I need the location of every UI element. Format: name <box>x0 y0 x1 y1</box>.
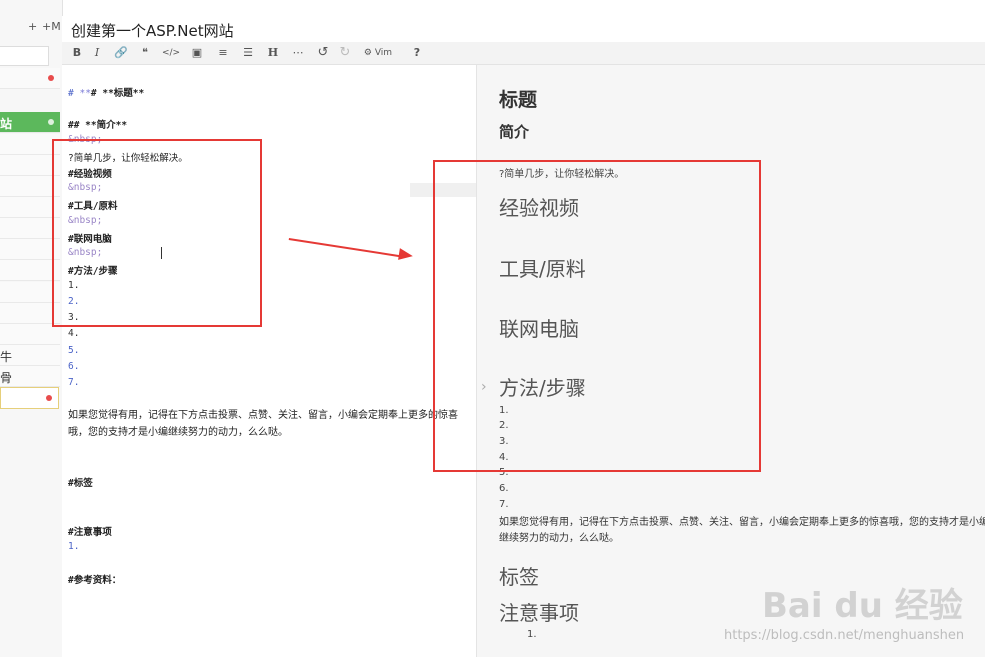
sidebar-note-item[interactable] <box>0 218 60 239</box>
sidebar-note-item[interactable]: 骨 <box>0 366 60 387</box>
sidebar-note-item[interactable] <box>0 303 60 324</box>
link-icon[interactable]: 🔗 <box>112 45 130 61</box>
editor-line: 7. <box>68 377 80 388</box>
bold-button[interactable]: B <box>70 45 84 61</box>
markdown-toolbar: B I 🔗 ❝ </> ▣ ≡ ☰ H ⋯ ↺ ↻ ⚙ Vim ? <box>62 42 985 65</box>
preview-heading-1: 标题 <box>499 89 538 111</box>
editor-line: # **# **标题** <box>68 88 145 99</box>
note-title[interactable]: 创建第一个ASP.Net网站 <box>71 20 234 41</box>
sidebar-note-item[interactable] <box>0 282 60 303</box>
preview-paragraph: 如果您觉得有用，记得在下方点击投票、点赞、关注、留言，小编会定期奉上更多的惊喜哦… <box>499 517 985 544</box>
ordered-list-icon[interactable]: ≡ <box>214 45 232 61</box>
sidebar-note-item[interactable]: 站 <box>0 112 60 133</box>
sidebar-note-item[interactable] <box>0 68 60 89</box>
sidebar-note-title: 骨 <box>0 371 13 385</box>
editor-line-text: ## **简介** <box>68 120 128 131</box>
editor-line: ## **简介** <box>68 117 127 131</box>
unsaved-dot-icon <box>48 75 54 81</box>
help-icon[interactable]: ? <box>410 45 424 61</box>
image-icon[interactable]: ▣ <box>188 45 206 61</box>
annotation-box-editor <box>52 139 262 327</box>
annotation-box-preview <box>433 160 761 472</box>
editor-line: 6. <box>68 361 80 372</box>
preview-section-heading: 标签 <box>499 565 539 589</box>
vim-mode-button[interactable]: ⚙ Vim <box>362 45 394 61</box>
sidebar-note-item[interactable] <box>0 324 60 345</box>
sidebar-note-item[interactable] <box>0 260 60 281</box>
editor-paragraph: 如果您觉得有用，记得在下方点击投票、点赞、关注、留言，小编会定期奉上更多的惊喜哦… <box>68 410 458 438</box>
sidebar-top-actions: + +M <box>0 18 62 38</box>
sidebar-note-item[interactable] <box>0 134 60 155</box>
add-markdown-note-button[interactable]: +M <box>42 20 61 33</box>
sidebar-note-title: 牛 <box>0 350 13 364</box>
editor-line: 1. <box>68 541 80 552</box>
note-title-bar: 创建第一个ASP.Net网站 <box>62 16 985 43</box>
sidebar-note-item[interactable]: 牛 <box>0 345 60 366</box>
editor-line: #标签 <box>68 478 93 489</box>
unsaved-dot-icon <box>48 119 54 125</box>
preview-list-item: 6. <box>499 483 509 494</box>
horizontal-rule-icon[interactable]: ⋯ <box>289 45 307 61</box>
preview-list-item: 7. <box>499 499 509 510</box>
editor-line: #参考资料： <box>68 575 122 586</box>
sidebar-note-item[interactable] <box>0 387 59 409</box>
add-note-button[interactable]: + <box>28 20 37 33</box>
heading-button[interactable]: H <box>264 45 282 61</box>
unsaved-dot-icon <box>46 395 52 401</box>
baidu-watermark-logo: Bai du 经验 <box>762 586 963 626</box>
redo-icon[interactable]: ↻ <box>336 45 354 61</box>
undo-icon[interactable]: ↺ <box>314 45 332 61</box>
sidebar-search-input[interactable] <box>0 46 49 66</box>
sidebar-note-title: 站 <box>0 117 13 131</box>
note-list-sidebar: + +M 站牛骨 <box>0 0 63 657</box>
preview-heading-2: 简介 <box>499 123 530 141</box>
sidebar-note-item[interactable] <box>0 155 60 176</box>
preview-section-heading: 注意事项 <box>499 601 579 625</box>
quote-icon[interactable]: ❝ <box>136 45 154 61</box>
editor-line-text: # **标题** <box>90 88 145 99</box>
annotation-arrow-head <box>398 248 414 263</box>
italic-button[interactable]: I <box>90 45 104 61</box>
sidebar-note-item[interactable] <box>0 239 60 260</box>
sidebar-note-item[interactable] <box>0 197 60 218</box>
editor-line: 4. <box>68 328 80 339</box>
watermark-url: https://blog.csdn.net/menghuanshen <box>724 628 965 643</box>
code-icon[interactable]: </> <box>160 45 182 61</box>
unordered-list-icon[interactable]: ☰ <box>239 45 257 61</box>
editor-line: #注意事项 <box>68 527 112 538</box>
preview-list-item: 1. <box>527 629 537 640</box>
sidebar-note-item[interactable] <box>0 176 60 197</box>
editor-line: 5. <box>68 345 80 356</box>
